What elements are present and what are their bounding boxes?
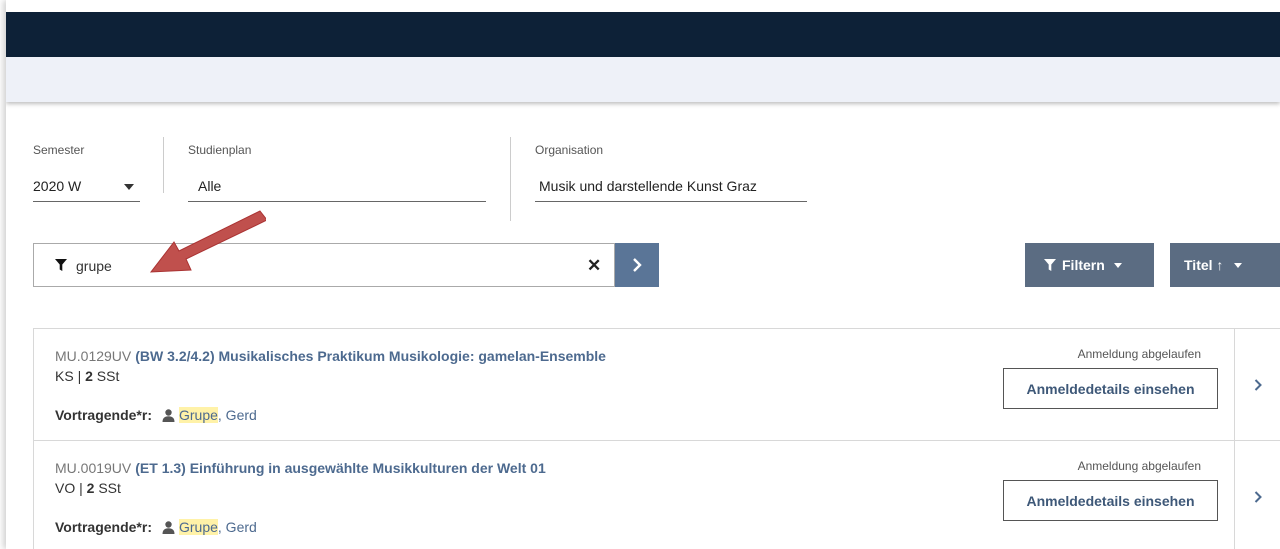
chevron-right-icon	[1254, 491, 1262, 503]
search-box: ✕	[33, 243, 615, 287]
course-heading: MU.0129UV (BW 3.2/4.2) Musikalisches Prak…	[55, 348, 606, 364]
lecturer-name-link[interactable]: Grupe	[178, 407, 218, 423]
filter-button[interactable]: Filtern	[1025, 243, 1154, 287]
chevron-right-icon	[633, 258, 642, 272]
course-hours-unit: SSt	[96, 368, 120, 384]
sub-navigation-bar	[6, 57, 1280, 102]
caret-down-icon	[1234, 262, 1243, 268]
top-navigation-bar	[6, 12, 1280, 57]
course-code: MU.0129UV	[55, 348, 132, 364]
registration-status: Anmeldung abgelaufen	[1077, 347, 1201, 361]
registration-details-button[interactable]: Anmeldedetails einsehen	[1003, 368, 1218, 409]
close-icon[interactable]: ✕	[587, 256, 601, 276]
course-hours: 2	[85, 368, 93, 384]
organisation-underline	[535, 201, 807, 202]
studienplan-underline	[188, 201, 486, 202]
course-type: KS	[55, 368, 74, 384]
course-title-link[interactable]: (ET 1.3) Einführung in ausgewählte Musik…	[135, 460, 545, 476]
lecturer-first-name: , Gerd	[217, 519, 257, 535]
semester-label: Semester	[33, 143, 85, 157]
course-type: VO	[55, 480, 76, 496]
course-hours-unit: SSt	[98, 480, 121, 496]
caret-down-icon[interactable]	[124, 184, 134, 190]
course-title-link[interactable]: (BW 3.2/4.2) Musikalisches Praktikum Mus…	[135, 348, 606, 364]
search-submit-button[interactable]	[615, 243, 659, 287]
divider	[510, 137, 511, 221]
lecturer-label: Vortragende*r:	[55, 519, 152, 535]
filter-funnel-icon	[1044, 258, 1056, 271]
course-heading: MU.0019UV (ET 1.3) Einführung in ausgewäh…	[55, 460, 546, 476]
course-list-item: MU.0019UV (ET 1.3) Einführung in ausgewäh…	[34, 441, 1280, 549]
organisation-label: Organisation	[535, 143, 604, 157]
organisation-field[interactable]: Musik und darstellende Kunst Graz	[539, 178, 757, 194]
studienplan-label: Studienplan	[188, 143, 252, 157]
filter-funnel-icon	[55, 259, 67, 277]
course-hours: 2	[86, 480, 95, 496]
sort-button[interactable]: Titel ↑	[1170, 243, 1280, 287]
studienplan-field[interactable]: Alle	[198, 178, 221, 194]
semester-select[interactable]: 2020 W	[33, 178, 81, 194]
lecturer-label: Vortragende*r:	[55, 407, 152, 423]
chevron-right-icon	[1254, 378, 1262, 391]
person-icon	[162, 521, 175, 537]
course-lecturer: Vortragende*r: Grupe, Gerd	[55, 407, 257, 425]
course-code: MU.0019UV	[55, 460, 132, 476]
filter-button-label: Filtern	[1062, 257, 1105, 273]
open-course-button[interactable]	[1234, 329, 1280, 440]
caret-down-icon	[1113, 262, 1122, 268]
divider	[163, 137, 164, 193]
course-lecturer: Vortragende*r: Grupe, Gerd	[55, 519, 257, 537]
person-icon	[162, 409, 175, 425]
sort-button-label: Titel ↑	[1184, 257, 1224, 273]
registration-details-button[interactable]: Anmeldedetails einsehen	[1003, 480, 1218, 521]
course-list-item: MU.0129UV (BW 3.2/4.2) Musikalisches Prak…	[34, 329, 1280, 441]
lecturer-name-link[interactable]: Grupe	[178, 519, 218, 535]
course-list: MU.0129UV (BW 3.2/4.2) Musikalisches Prak…	[33, 328, 1280, 549]
course-type-hours: VO | 2 SSt	[55, 480, 121, 496]
open-course-button[interactable]	[1234, 441, 1280, 549]
course-type-hours: KS | 2 SSt	[55, 368, 120, 384]
semester-underline	[33, 201, 140, 202]
lecturer-first-name: , Gerd	[217, 407, 257, 423]
registration-status: Anmeldung abgelaufen	[1077, 459, 1201, 473]
app-window: Semester 2020 W Studienplan Alle Organis…	[6, 0, 1280, 549]
annotation-arrow-icon	[149, 210, 266, 273]
